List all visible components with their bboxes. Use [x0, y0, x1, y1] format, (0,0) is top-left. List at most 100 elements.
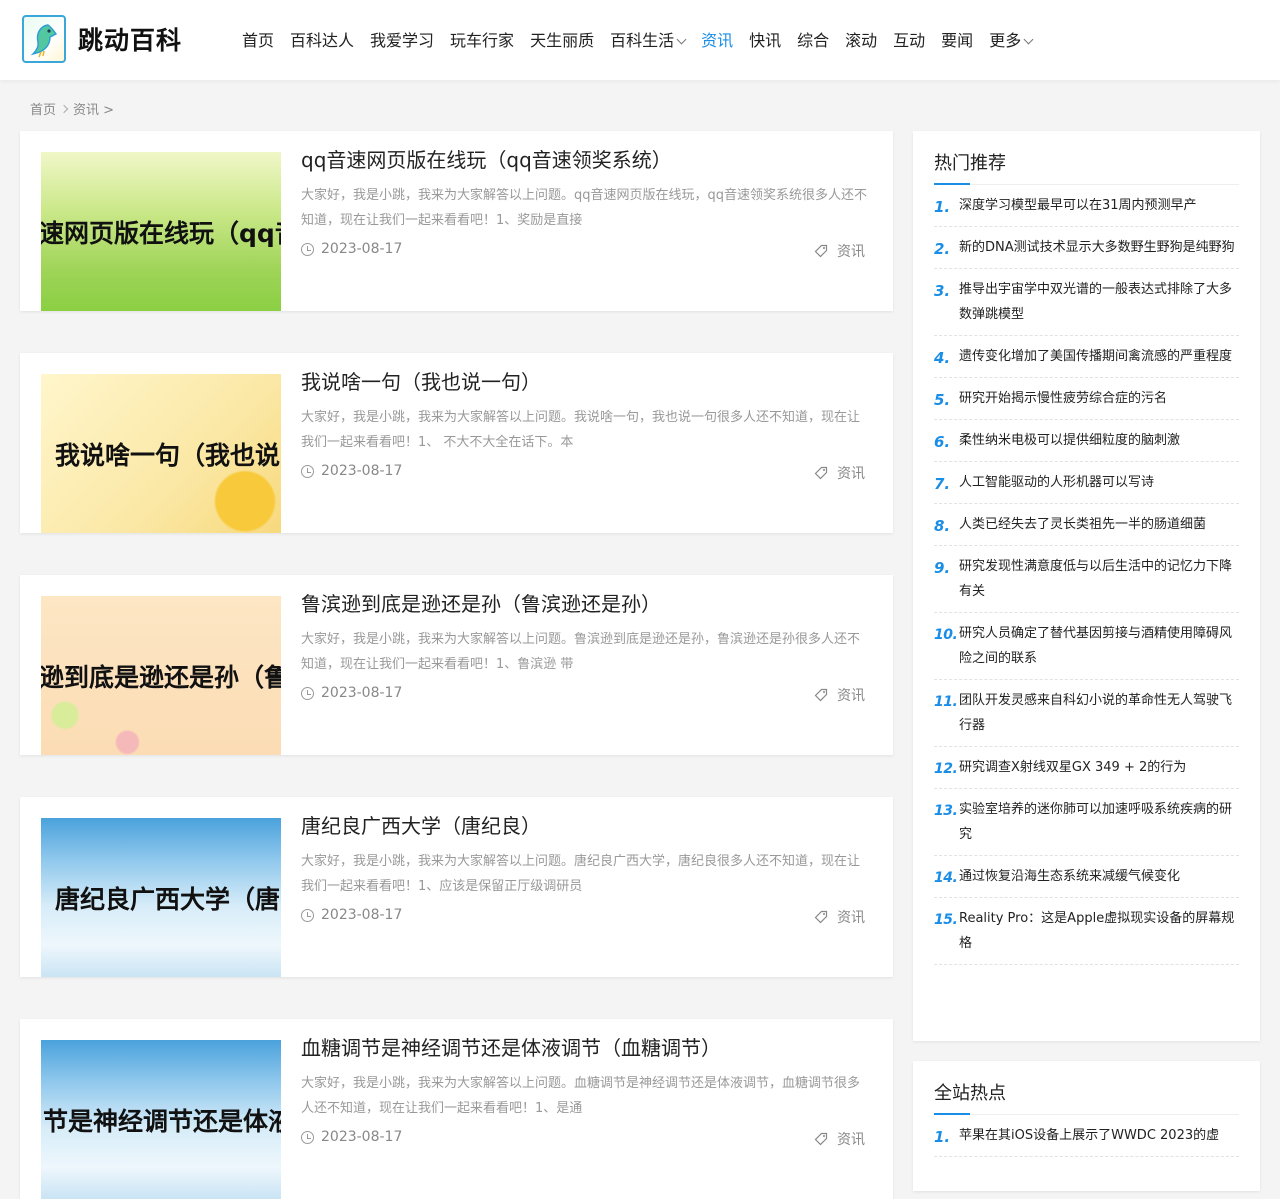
- rank-number: 2.: [934, 240, 951, 258]
- article-card: 速网页版在线玩（qq音 qq音速网页版在线玩（qq音速领奖系统） 大家好，我是小…: [20, 131, 893, 311]
- chevron-down-icon: [1023, 34, 1034, 44]
- clock-icon: [301, 464, 314, 478]
- hot-list-item[interactable]: 15. Reality Pro：这是Apple虚拟现实设备的屏幕规格: [934, 898, 1239, 965]
- article-date: 2023-08-17: [301, 907, 402, 923]
- nav-item-5[interactable]: 百科生活: [610, 28, 687, 54]
- hot-list-item[interactable]: 9. 研究发现性满意度低与以后生活中的记忆力下降有关: [934, 546, 1239, 613]
- hot-list-item[interactable]: 2. 新的DNA测试技术显示大多数野生野狗是纯野狗: [934, 227, 1239, 269]
- hot-list-item[interactable]: 7. 人工智能驱动的人形机器可以写诗: [934, 462, 1239, 504]
- thumbnail-caption: 我说啥一句（我也说: [55, 440, 281, 470]
- article-card: 节是神经调节还是体液 血糖调节是神经调节还是体液调节（血糖调节） 大家好，我是小…: [20, 1019, 893, 1199]
- article-thumbnail[interactable]: 速网页版在线玩（qq音: [41, 152, 281, 311]
- nav-item-2[interactable]: 我爱学习: [370, 28, 434, 54]
- rank-number: 8.: [934, 517, 951, 535]
- hot-recommend-widget: 热门推荐 1. 深度学习模型最早可以在31周内预测早产 2. 新的DNA测试技术显示大…: [913, 131, 1260, 1041]
- nav-item-label: 资讯: [701, 31, 734, 50]
- hot-list-item[interactable]: 8. 人类已经失去了灵长类祖先一半的肠道细菌: [934, 504, 1239, 546]
- article-title[interactable]: 我说啥一句（我也说一句）: [301, 366, 541, 395]
- article-category-link[interactable]: 资讯: [814, 685, 865, 705]
- hot-list-item[interactable]: 10. 研究人员确定了替代基因剪接与酒精使用障碍风险之间的联系: [934, 613, 1239, 680]
- thumbnail-caption: 节是神经调节还是体液: [43, 1106, 281, 1136]
- hot-item-text: 柔性纳米电极可以提供细粒度的脑刺激: [959, 433, 1181, 448]
- hot-item-text: 研究调查X射线双星GX 349 + 2的行为: [959, 760, 1187, 775]
- article-category-link[interactable]: 资讯: [814, 463, 865, 483]
- hot-item-text: 新的DNA测试技术显示大多数野生野狗是纯野狗: [959, 240, 1235, 255]
- article-thumbnail[interactable]: 逊到底是逊还是孙（鲁: [41, 596, 281, 755]
- article-card: 逊到底是逊还是孙（鲁 鲁滨逊到底是逊还是孙（鲁滨逊还是孙） 大家好，我是小跳，我…: [20, 575, 893, 755]
- article-category-label: 资讯: [837, 1132, 865, 1148]
- nav-item-label: 要闻: [941, 31, 974, 50]
- article-category-link[interactable]: 资讯: [814, 907, 865, 927]
- nav-item-9[interactable]: 滚动: [845, 28, 877, 54]
- article-thumbnail[interactable]: 我说啥一句（我也说: [41, 374, 281, 533]
- breadcrumb-home[interactable]: 首页: [30, 99, 56, 118]
- hot-list-item[interactable]: 14. 通过恢复沿海生态系统来减缓气候变化: [934, 856, 1239, 898]
- article-category-link[interactable]: 资讯: [814, 241, 865, 261]
- rank-number: 11.: [934, 694, 958, 710]
- article-title[interactable]: 鲁滨逊到底是逊还是孙（鲁滨逊还是孙）: [301, 588, 661, 617]
- article-date-text: 2023-08-17: [321, 1129, 403, 1145]
- article-title[interactable]: 唐纪良广西大学（唐纪良）: [301, 810, 541, 839]
- hot-item-text: 推导出宇宙学中双光谱的一般表达式排除了大多数弹跳模型: [959, 282, 1233, 322]
- nav-item-6[interactable]: 资讯: [701, 28, 733, 54]
- article-summary: 大家好，我是小跳，我来为大家解答以上问题。qq音速网页版在线玩，qq音速领奖系统…: [301, 188, 868, 228]
- nav-item-7[interactable]: 快讯: [749, 28, 781, 54]
- nav-item-label: 快讯: [749, 31, 782, 50]
- rank-number: 1.: [934, 1128, 951, 1146]
- nav-item-4[interactable]: 天生丽质: [530, 28, 594, 54]
- article-summary: 大家好，我是小跳，我来为大家解答以上问题。唐纪良广西大学，唐纪良很多人还不知道，…: [301, 854, 861, 894]
- nav-item-label: 更多: [989, 31, 1022, 50]
- article-summary: 大家好，我是小跳，我来为大家解答以上问题。鲁滨逊到底是逊还是孙，鲁滨逊还是孙很多…: [301, 632, 861, 672]
- article-thumbnail[interactable]: 节是神经调节还是体液: [41, 1040, 281, 1199]
- hot-item-text: 团队开发灵感来自科幻小说的革命性无人驾驶飞行器: [959, 693, 1233, 733]
- hot-list-item[interactable]: 1. 深度学习模型最早可以在31周内预测早产: [934, 185, 1239, 227]
- rank-number: 9.: [934, 559, 951, 577]
- nav-item-label: 互动: [893, 31, 926, 50]
- hot-item-text: Reality Pro：这是Apple虚拟现实设备的屏幕规格: [959, 911, 1235, 951]
- article-category-label: 资讯: [837, 688, 865, 704]
- article-card: 我说啥一句（我也说 我说啥一句（我也说一句） 大家好，我是小跳，我来为大家解答以…: [20, 353, 893, 533]
- hot-item-text: 研究人员确定了替代基因剪接与酒精使用障碍风险之间的联系: [959, 626, 1233, 666]
- hot-item-text: 苹果在其iOS设备上展示了WWDC 2023的虚: [959, 1128, 1220, 1143]
- hot-list-item[interactable]: 12. 研究调查X射线双星GX 349 + 2的行为: [934, 747, 1239, 789]
- article-thumbnail[interactable]: 唐纪良广西大学（唐: [41, 818, 281, 977]
- hot-list-item[interactable]: 3. 推导出宇宙学中双光谱的一般表达式排除了大多数弹跳模型: [934, 269, 1239, 336]
- nav-item-0[interactable]: 首页: [242, 28, 274, 54]
- article-summary: 大家好，我是小跳，我来为大家解答以上问题。血糖调节是神经调节还是体液调节，血糖调…: [301, 1076, 861, 1116]
- nav-item-10[interactable]: 互动: [893, 28, 925, 54]
- rank-number: 12.: [934, 761, 958, 777]
- hot-list-item[interactable]: 6. 柔性纳米电极可以提供细粒度的脑刺激: [934, 420, 1239, 462]
- site-header: 跳动百科 首页 百科达人 我爱学习 玩车行家 天生丽质 百科生活 资讯 快讯 综合 滚动 互动 要闻更…: [0, 0, 1280, 80]
- rank-number: 7.: [934, 475, 951, 493]
- hot-recommend-title: 热门推荐: [934, 131, 1239, 185]
- hot-list-item[interactable]: 13. 实验室培养的迷你肺可以加速呼吸系统疾病的研究: [934, 789, 1239, 856]
- nav-item-11[interactable]: 要闻: [941, 28, 973, 54]
- tag-icon: [814, 910, 828, 924]
- hot-list-item[interactable]: 4. 遗传变化增加了美国传播期间禽流感的严重程度: [934, 336, 1239, 378]
- tag-icon: [814, 688, 828, 702]
- breadcrumb: 首页 资讯 >: [30, 99, 114, 118]
- nav-item-8[interactable]: 综合: [797, 28, 829, 54]
- hot-item-text: 人类已经失去了灵长类祖先一半的肠道细菌: [959, 517, 1207, 532]
- article-category-link[interactable]: 资讯: [814, 1129, 865, 1149]
- article-title[interactable]: 血糖调节是神经调节还是体液调节（血糖调节）: [301, 1032, 721, 1061]
- hot-list-item[interactable]: 1. 苹果在其iOS设备上展示了WWDC 2023的虚: [934, 1115, 1239, 1157]
- rank-number: 4.: [934, 349, 951, 367]
- article-date: 2023-08-17: [301, 463, 402, 479]
- rank-number: 13.: [934, 803, 958, 819]
- thumbnail-caption: 逊到底是逊还是孙（鲁: [41, 662, 281, 692]
- nav-item-12[interactable]: 更多: [989, 28, 1034, 54]
- breadcrumb-current[interactable]: 资讯 >: [73, 99, 114, 118]
- rank-number: 6.: [934, 433, 951, 451]
- nav-item-1[interactable]: 百科达人: [290, 28, 354, 54]
- hot-list-item[interactable]: 5. 研究开始揭示慢性疲劳综合症的污名: [934, 378, 1239, 420]
- site-hot-list: 1. 苹果在其iOS设备上展示了WWDC 2023的虚: [934, 1115, 1239, 1157]
- rank-number: 15.: [934, 912, 958, 928]
- article-title[interactable]: qq音速网页版在线玩（qq音速领奖系统）: [301, 144, 672, 173]
- nav-item-label: 百科达人: [290, 31, 355, 50]
- article-summary: 大家好，我是小跳，我来为大家解答以上问题。我说啥一句，我也说一句很多人还不知道，…: [301, 410, 861, 450]
- nav-item-3[interactable]: 玩车行家: [450, 28, 514, 54]
- site-logo[interactable]: 跳动百科: [22, 15, 182, 63]
- hot-list-item[interactable]: 11. 团队开发灵感来自科幻小说的革命性无人驾驶飞行器: [934, 680, 1239, 747]
- article-date-text: 2023-08-17: [321, 463, 403, 479]
